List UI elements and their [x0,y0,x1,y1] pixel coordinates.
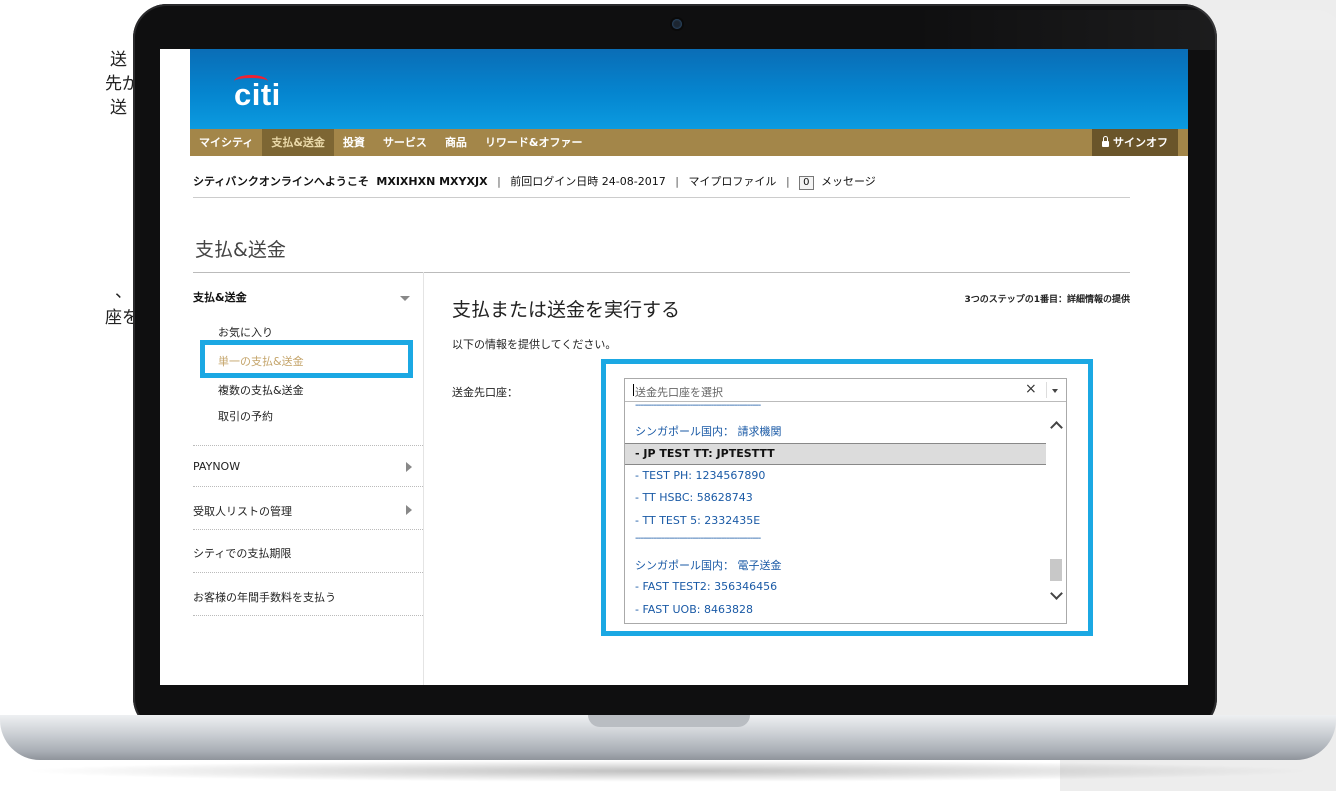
sidebar-item-annual-fee[interactable]: お客様の年間手数料を支払う [193,589,336,605]
divider [193,615,423,616]
option-fast-test2[interactable]: - FAST TEST2: 356346456 [635,580,777,593]
main-nav: マイシティ 支払&送金 投資 サービス 商品 リワード&オファー サインオフ [190,129,1188,156]
option-tt-hsbc[interactable]: - TT HSBC: 58628743 [635,491,753,504]
laptop-notch [588,715,750,727]
sidebar-divider [423,272,424,685]
chevron-down-icon[interactable] [400,296,410,301]
message-count-badge[interactable]: 0 [799,176,814,190]
nav-item-invest[interactable]: 投資 [334,129,374,156]
sidebar-item-scheduled[interactable]: 取引の予約 [218,408,273,424]
option-test-ph[interactable]: - TEST PH: 1234567890 [635,469,765,482]
main-heading: 支払または送金を実行する [452,299,681,321]
last-login: 前回ログイン日時 24-08-2017 [510,175,666,188]
messages-link[interactable]: メッセージ [821,175,876,188]
option-jp-test-tt[interactable]: - JP TEST TT: JPTESTTT [625,443,1046,465]
option-tt-test-5[interactable]: - TT TEST 5: 2332435E [635,514,760,527]
dropdown-search-input[interactable]: 送金先口座を選択 × [625,379,1066,402]
chevron-down-icon[interactable] [1046,382,1063,398]
option-fast-uob[interactable]: - FAST UOB: 8463828 [635,603,753,616]
chevron-right-icon [406,505,412,515]
instructions-text: 以下の情報を提供してください。 [452,338,617,351]
scroll-up-icon[interactable] [1050,419,1062,431]
scroll-down-icon[interactable] [1050,589,1062,601]
lid-glare [913,10,1336,50]
text-cursor [633,384,634,396]
sidebar-item-multiple-payments[interactable]: 複数の支払&送金 [218,382,304,398]
signoff-label: サインオフ [1113,136,1168,149]
sidebar-item-payee-management[interactable]: 受取人リストの管理 [193,503,292,519]
nav-item-services[interactable]: サービス [374,129,436,156]
side-text-1: 送 [110,50,127,70]
chevron-right-icon [406,462,412,472]
divider [193,486,423,487]
base-shadow [20,760,1316,782]
lock-icon [1102,135,1109,147]
nav-item-products[interactable]: 商品 [436,129,476,156]
side-text-4: 、 [115,282,132,302]
page-title: 支払&送金 [195,239,286,261]
scrollbar-thumb[interactable] [1050,559,1062,581]
sidebar-section-payments[interactable]: 支払&送金 [193,289,247,305]
clear-icon[interactable]: × [1025,381,1037,397]
separator-line: ----------------------------------------… [635,533,761,544]
signoff-button[interactable]: サインオフ [1092,129,1178,156]
header-banner: citi [190,49,1188,129]
divider [193,445,423,446]
nav-item-payments[interactable]: 支払&送金 [262,129,334,156]
separator: | [675,175,679,188]
divider [193,272,1130,273]
screen: citi マイシティ 支払&送金 投資 サービス 商品 リワード&オファー サイ… [160,49,1188,685]
divider [193,572,423,573]
separator-line: ----------------------------------------… [635,400,761,411]
side-text-3: 送 [110,98,127,118]
nav-item-mycity[interactable]: マイシティ [190,129,262,156]
welcome-username: MXIXHXN MXYXJX [376,175,488,188]
destination-account-dropdown[interactable]: 送金先口座を選択 × -----------------------------… [624,378,1067,624]
sidebar-item-favorites[interactable]: お気に入り [218,324,273,340]
nav-item-rewards[interactable]: リワード&オファー [476,129,592,156]
sidebar-item-payment-limits[interactable]: シティでの支払期限 [193,545,291,561]
separator: | [497,175,501,188]
camera [672,19,682,29]
option-group-billers: シンガポール国内： 請求機関 [635,425,782,438]
welcome-bar: シティバンクオンラインへようこそ MXIXHXN MXYXJX | 前回ログイン… [193,173,876,190]
steps-indicator: 3つのステップの1番目：詳細情報の提供 [964,295,1130,305]
profile-link[interactable]: マイプロファイル [688,175,776,188]
dropdown-placeholder: 送金先口座を選択 [635,386,723,399]
separator: | [785,175,790,188]
sidebar-item-paynow[interactable]: PAYNOW [193,460,240,473]
destination-account-label: 送金先口座： [452,386,518,399]
divider [193,197,1130,198]
welcome-greeting: シティバンクオンラインへようこそ [193,175,369,188]
citi-logo[interactable]: citi [234,77,281,113]
dropdown-options: ----------------------------------------… [625,400,1047,623]
option-group-transfers: シンガポール国内： 電子送金 [635,559,782,572]
highlight-box [200,340,413,378]
divider [193,529,423,530]
